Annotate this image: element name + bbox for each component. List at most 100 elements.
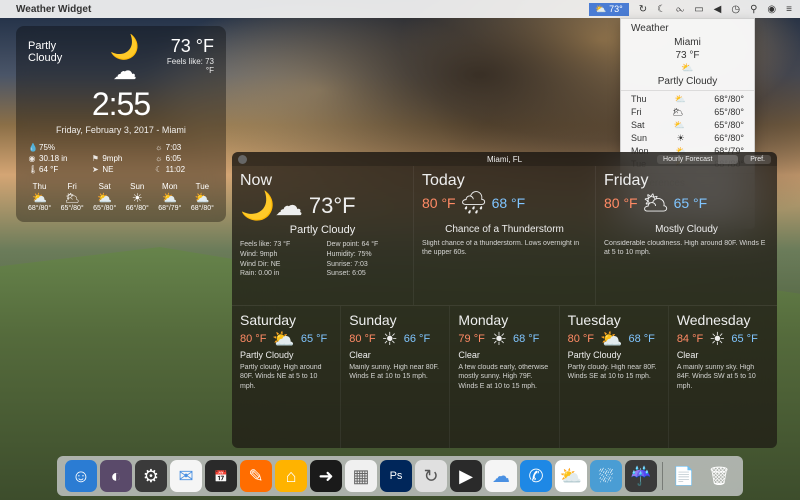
forecast-today: Today 80 °F 🌧 68 °F Chance of a Thunders… <box>414 166 596 305</box>
dock-app-icon[interactable]: Ps <box>380 460 412 492</box>
day-hi: 80 °F <box>568 333 594 345</box>
day-desc: Partly cloudy. High near 80F. Winds SE a… <box>568 363 660 382</box>
now-winddir: Wind Dir: NE <box>240 260 319 270</box>
forecast-panel: Miami, FL Hourly Forecast Pref. Now 🌙☁ 7… <box>232 152 777 448</box>
dock-app-icon[interactable]: ⛆ <box>590 460 622 492</box>
now-temp: 73°F <box>309 193 356 219</box>
day-lo: 68 °F <box>628 333 654 345</box>
clock-icon[interactable]: ◷ <box>731 4 740 15</box>
humidity-icon: 💧 <box>28 143 36 152</box>
moon-cloud-icon: 🌙☁ <box>240 192 303 220</box>
close-button[interactable] <box>238 155 247 164</box>
day-lo: 68 °F <box>513 333 539 345</box>
widget-date: Friday, February 3, 2017 - Miami <box>28 125 214 135</box>
dock-app-icon[interactable]: ☺ <box>65 460 97 492</box>
forecast-day-cell: Sunday 80 °F ☀ 66 °F Clear Mainly sunny.… <box>341 306 450 448</box>
forecast-day-cell: Saturday 80 °F ⛅ 65 °F Partly Cloudy Par… <box>232 306 341 448</box>
tab-other[interactable] <box>718 155 738 164</box>
wifi-icon[interactable]: ⧜ <box>676 4 684 15</box>
forecast-now: Now 🌙☁ 73°F Partly Cloudy Feels like: 73… <box>232 166 414 305</box>
now-sunset: Sunset: 6:05 <box>327 269 406 279</box>
dock-app-icon[interactable]: 🗑 <box>703 460 735 492</box>
friday-lo: 65 °F <box>674 195 708 211</box>
desktop-weather-widget: Partly Cloudy 🌙☁ 73 °F Feels like: 73 °F… <box>16 26 226 222</box>
dock-app-icon[interactable]: ▶ <box>450 460 482 492</box>
dock-app-icon[interactable]: ⚙ <box>135 460 167 492</box>
pressure-icon: ◉ <box>28 154 36 163</box>
pref-button[interactable]: Pref. <box>744 155 771 164</box>
friday-label: Friday <box>604 172 769 190</box>
now-wind: Wind: 9mph <box>240 250 319 260</box>
widget-forecast-day: Fri🌥65°/80° <box>61 182 84 212</box>
dock-app-icon[interactable]: ⌂ <box>275 460 307 492</box>
day-condition: Partly Cloudy <box>240 350 332 360</box>
widget-condition: Partly Cloudy <box>28 40 91 64</box>
mostly-cloudy-icon: 🌥 <box>642 192 670 214</box>
day-lo: 65 °F <box>731 333 757 345</box>
sunset-icon: ☼ <box>155 154 163 163</box>
day-label: Tuesday <box>568 312 660 328</box>
widget-feels-like: Feels like: 73 °F <box>159 57 214 75</box>
dock-app-icon[interactable]: ◐ <box>100 460 132 492</box>
day-hi: 80 °F <box>240 333 266 345</box>
do-not-disturb-icon[interactable]: ☾ <box>657 4 666 15</box>
volume-icon[interactable]: ◀ <box>714 4 722 15</box>
dewpoint-icon: 🌡 <box>28 165 36 174</box>
dropdown-forecast-row: Fri🌥65°/80° <box>621 106 754 119</box>
day-condition: Clear <box>458 350 550 360</box>
spotlight-icon[interactable]: ⚲ <box>750 4 757 15</box>
dock-separator <box>662 462 663 490</box>
day-condition: Partly Cloudy <box>568 350 660 360</box>
day-label: Sunday <box>349 312 441 328</box>
dock-app-icon[interactable]: ☔ <box>625 460 657 492</box>
weather-icon: ⛅ <box>272 330 294 348</box>
weather-icon: ☀ <box>491 330 507 348</box>
widget-forecast-day: Sun☀66°/80° <box>126 182 149 212</box>
dock-app-icon[interactable]: ✎ <box>240 460 272 492</box>
forecast-day-cell: Monday 79 °F ☀ 68 °F Clear A few clouds … <box>450 306 559 448</box>
now-humidity: Humidity: 75% <box>327 250 406 260</box>
forecast-friday: Friday 80 °F 🌥 65 °F Mostly Cloudy Consi… <box>596 166 777 305</box>
thunder-icon: 🌧 <box>460 192 488 214</box>
day-label: Wednesday <box>677 312 769 328</box>
siri-icon[interactable]: ◉ <box>767 4 776 15</box>
dropdown-condition: Partly Cloudy <box>621 75 754 88</box>
day-hi: 84 °F <box>677 333 703 345</box>
winddir-icon: ➤ <box>91 165 99 174</box>
day-desc: A mainly sunny sky. High 84F. Winds SW a… <box>677 363 769 391</box>
menubar-weather-badge[interactable]: ⛅ 73° <box>589 3 628 16</box>
dock-app-icon[interactable]: 📄 <box>668 460 700 492</box>
menubar: Weather Widget ⛅ 73° ↻ ☾ ⧜ ▭ ◀ ◷ ⚲ ◉ ≡ <box>0 0 800 18</box>
dock-app-icon[interactable]: ▦ <box>345 460 377 492</box>
friday-desc: Considerable cloudiness. High around 80F… <box>604 239 769 258</box>
tab-hourly[interactable]: Hourly Forecast <box>657 155 718 164</box>
day-hi: 79 °F <box>458 333 484 345</box>
today-lo: 68 °F <box>492 195 526 211</box>
now-rain: Rain: 0.00 in <box>240 269 319 279</box>
app-name[interactable]: Weather Widget <box>16 4 91 15</box>
day-label: Saturday <box>240 312 332 328</box>
now-feels: Feels like: 73 °F <box>240 240 319 250</box>
dock-app-icon[interactable]: ➜ <box>310 460 342 492</box>
now-condition: Partly Cloudy <box>240 224 405 236</box>
weather-icon: ☀ <box>709 330 725 348</box>
dock-app-icon[interactable]: ↻ <box>415 460 447 492</box>
dock-app-icon[interactable]: ☁ <box>485 460 517 492</box>
dock-app-icon[interactable]: ⛅ <box>555 460 587 492</box>
day-desc: Mainly sunny. High near 80F. Winds E at … <box>349 363 441 382</box>
display-icon[interactable]: ▭ <box>694 4 703 15</box>
dock-app-icon[interactable]: ✉ <box>170 460 202 492</box>
dock-app-icon[interactable]: 📅 <box>205 460 237 492</box>
now-dew: Dew point: 64 °F <box>327 240 406 250</box>
dock-app-icon[interactable]: ✆ <box>520 460 552 492</box>
day-lo: 65 °F <box>301 333 327 345</box>
day-desc: Partly cloudy. High around 80F. Winds NE… <box>240 363 332 391</box>
dropdown-temp: 73 °F <box>621 49 754 62</box>
moon-cloud-icon: 🌙☁ <box>99 36 151 84</box>
today-hi: 80 °F <box>422 195 456 211</box>
timemachine-icon[interactable]: ↻ <box>639 4 647 15</box>
widget-forecast-day: Sat⛅65°/80° <box>93 182 116 212</box>
notifications-icon[interactable]: ≡ <box>786 4 792 15</box>
today-desc: Slight chance of a thunderstorm. Lows ov… <box>422 239 587 258</box>
dropdown-forecast-row: Sat⛅65°/80° <box>621 119 754 132</box>
